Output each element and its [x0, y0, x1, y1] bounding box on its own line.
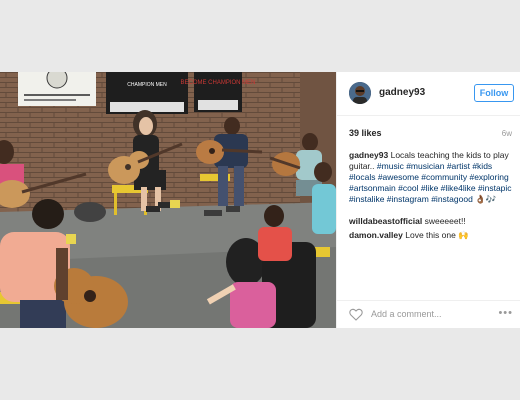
- add-comment-input[interactable]: Add a comment...: [371, 309, 442, 319]
- follow-button[interactable]: Follow: [474, 84, 514, 102]
- username-link[interactable]: gadney93: [379, 87, 425, 98]
- post-header: gadney93 Follow: [337, 72, 520, 116]
- comment-text: sweeeeet!!: [424, 216, 466, 226]
- comment: damon.valley Love this one 🙌: [349, 230, 469, 241]
- heart-icon[interactable]: [349, 308, 363, 321]
- more-options-icon[interactable]: •••: [498, 307, 513, 319]
- instagram-post: CHAMPION MEN BECOME CHAMPION MEN gadney9…: [0, 72, 520, 328]
- comment: willdabeastofficial sweeeeet!!: [349, 216, 466, 226]
- post-time[interactable]: 6w: [502, 129, 512, 138]
- comment-footer: Add a comment... •••: [337, 300, 520, 328]
- comment-author[interactable]: damon.valley: [349, 230, 403, 240]
- photo-scene: CHAMPION MEN BECOME CHAMPION MEN: [0, 72, 336, 328]
- caption-author[interactable]: gadney93: [349, 150, 388, 160]
- post-side-panel: gadney93 Follow 39 likes 6w gadney93 Loc…: [336, 72, 520, 328]
- comment-text: Love this one 🙌: [405, 230, 469, 240]
- avatar-image: [349, 82, 371, 104]
- avatar[interactable]: [349, 82, 371, 104]
- caption-emoji: 👌🏾🎶: [475, 194, 497, 204]
- post-caption: gadney93 Locals teaching the kids to pla…: [349, 150, 515, 205]
- comment-author[interactable]: willdabeastofficial: [349, 216, 422, 226]
- likes-count[interactable]: 39 likes: [349, 128, 382, 138]
- post-photo[interactable]: CHAMPION MEN BECOME CHAMPION MEN: [0, 72, 336, 328]
